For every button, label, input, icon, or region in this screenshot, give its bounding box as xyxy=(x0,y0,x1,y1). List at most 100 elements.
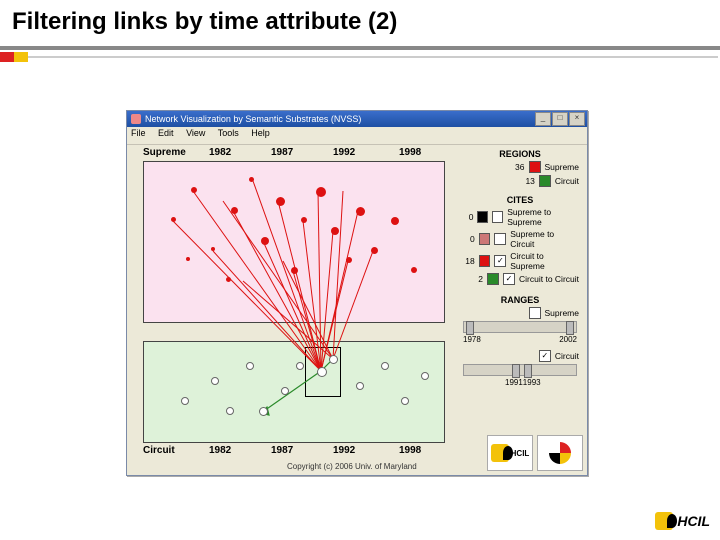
range-labels: 1978 2002 xyxy=(463,335,577,344)
range-circuit-slider[interactable] xyxy=(463,364,577,376)
checkbox[interactable] xyxy=(492,211,503,223)
tick: 1982 xyxy=(209,445,231,456)
regions-header: REGIONS xyxy=(457,149,583,159)
swatch-icon xyxy=(479,233,491,245)
slider-thumb-right[interactable] xyxy=(566,321,574,335)
umd-logo xyxy=(537,435,583,471)
tick: 1992 xyxy=(333,445,355,456)
swatch-icon xyxy=(477,211,488,223)
node[interactable] xyxy=(211,377,219,385)
checkbox[interactable] xyxy=(529,307,541,319)
minimize-button[interactable]: _ xyxy=(535,112,551,126)
region-row: 36 Supreme xyxy=(461,161,579,173)
node[interactable] xyxy=(246,362,254,370)
node[interactable] xyxy=(261,237,269,245)
menu-file[interactable]: File xyxy=(131,128,146,138)
node[interactable] xyxy=(171,217,176,222)
accent-bar xyxy=(0,50,42,62)
tick: 1998 xyxy=(399,445,421,456)
node[interactable] xyxy=(281,387,289,395)
node[interactable] xyxy=(276,197,285,206)
node[interactable] xyxy=(401,397,409,405)
slide-title-bar: Filtering links by time attribute (2) xyxy=(0,0,720,50)
menu-tools[interactable]: Tools xyxy=(218,128,239,138)
node[interactable] xyxy=(316,187,326,197)
node[interactable] xyxy=(186,257,190,261)
hcil-icon xyxy=(491,444,509,462)
slider-thumb-left[interactable] xyxy=(512,364,520,378)
hcil-icon xyxy=(655,512,673,530)
cites-row: 2 ✓ Circuit to Circuit xyxy=(461,273,579,285)
node[interactable] xyxy=(231,207,238,214)
maximize-button[interactable]: □ xyxy=(552,112,568,126)
node[interactable] xyxy=(381,362,389,370)
region-supreme xyxy=(143,161,445,323)
node[interactable] xyxy=(259,407,268,416)
node[interactable] xyxy=(329,355,338,364)
copyright: Copyright (c) 2006 Univ. of Maryland xyxy=(287,462,417,471)
hcil-logo: HCIL xyxy=(487,435,533,471)
cites-row: 18 ✓ Circuit to Supreme xyxy=(461,251,579,271)
node[interactable] xyxy=(421,372,429,380)
menu-view[interactable]: View xyxy=(186,128,205,138)
checkbox[interactable]: ✓ xyxy=(494,255,506,267)
node[interactable] xyxy=(249,177,254,182)
node[interactable] xyxy=(356,207,365,216)
umd-seal-icon xyxy=(549,442,571,464)
range-supreme-row: Supreme xyxy=(461,307,579,319)
tick: 1987 xyxy=(271,147,293,158)
node[interactable] xyxy=(317,367,327,377)
cites-row: 0 Supreme to Supreme xyxy=(461,207,579,227)
tick: 1987 xyxy=(271,445,293,456)
swatch-icon xyxy=(539,175,551,187)
node[interactable] xyxy=(291,267,298,274)
range-supreme-slider[interactable] xyxy=(463,321,577,333)
range-circuit-row: ✓ Circuit xyxy=(461,350,579,362)
region-row: 13 Circuit xyxy=(461,175,579,187)
node[interactable] xyxy=(331,227,339,235)
cites-row: 0 Supreme to Circuit xyxy=(461,229,579,249)
slide-corner-logo: HCIL xyxy=(655,512,710,530)
region-label-top: Supreme xyxy=(143,147,186,158)
slider-thumb-right[interactable] xyxy=(524,364,532,378)
window-title: Network Visualization by Semantic Substr… xyxy=(145,114,361,124)
node[interactable] xyxy=(226,277,231,282)
tick: 1998 xyxy=(399,147,421,158)
node[interactable] xyxy=(301,217,307,223)
checkbox[interactable]: ✓ xyxy=(539,350,551,362)
slider-thumb-left[interactable] xyxy=(466,321,474,335)
checkbox[interactable]: ✓ xyxy=(503,273,515,285)
range-labels: 1991 1993 xyxy=(463,378,577,387)
node[interactable] xyxy=(191,187,197,193)
node[interactable] xyxy=(296,362,304,370)
checkbox[interactable] xyxy=(494,233,506,245)
slide-title: Filtering links by time attribute (2) xyxy=(12,8,397,36)
region-circuit xyxy=(143,341,445,443)
tick: 1982 xyxy=(209,147,231,158)
plot-canvas[interactable]: Supreme 1982 1987 1992 1998 xyxy=(131,147,451,467)
tick: 1992 xyxy=(333,147,355,158)
logo-row: HCIL xyxy=(487,435,583,471)
swatch-icon xyxy=(479,255,491,267)
region-label-bottom: Circuit xyxy=(143,445,175,456)
side-panel: REGIONS 36 Supreme 13 Circuit CITES 0 Su… xyxy=(457,147,583,467)
node[interactable] xyxy=(356,382,364,390)
window-titlebar[interactable]: Network Visualization by Semantic Substr… xyxy=(127,111,587,127)
app-window: Network Visualization by Semantic Substr… xyxy=(126,110,588,476)
node[interactable] xyxy=(411,267,417,273)
node[interactable] xyxy=(226,407,234,415)
menu-help[interactable]: Help xyxy=(251,128,270,138)
node[interactable] xyxy=(211,247,215,251)
cites-header: CITES xyxy=(457,195,583,205)
node[interactable] xyxy=(346,257,352,263)
close-button[interactable]: × xyxy=(569,112,585,126)
menu-edit[interactable]: Edit xyxy=(158,128,174,138)
node[interactable] xyxy=(391,217,399,225)
java-icon xyxy=(131,114,141,124)
ranges-header: RANGES xyxy=(457,295,583,305)
node[interactable] xyxy=(181,397,189,405)
menubar: File Edit View Tools Help xyxy=(127,127,587,145)
swatch-icon xyxy=(529,161,541,173)
swatch-icon xyxy=(487,273,499,285)
node[interactable] xyxy=(371,247,378,254)
